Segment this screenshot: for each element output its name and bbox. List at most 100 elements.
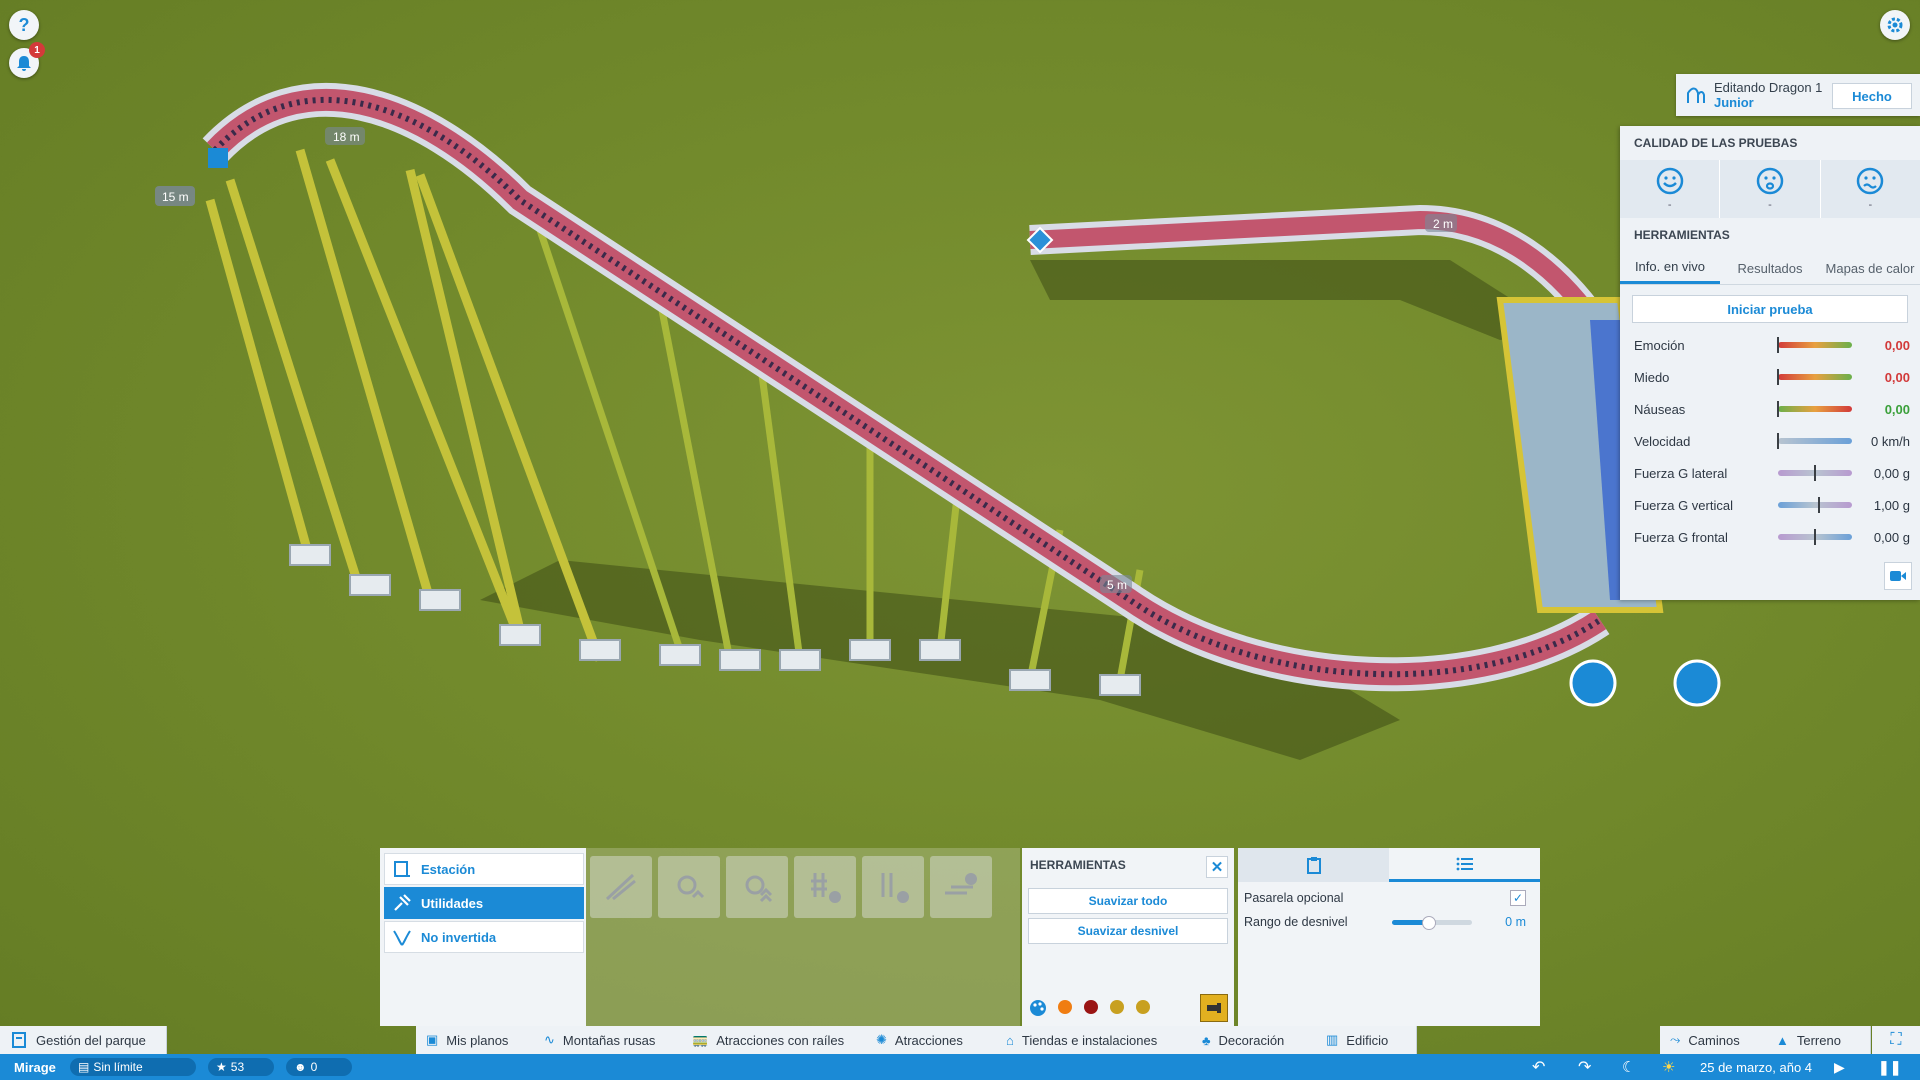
path-icon: ⤳ bbox=[1670, 1032, 1681, 1047]
notification-badge: 1 bbox=[29, 42, 45, 58]
camera-button[interactable] bbox=[1884, 562, 1912, 590]
tab-shops[interactable]: ⌂ Tiendas e instalaciones bbox=[996, 1026, 1193, 1054]
color-swatch-3[interactable] bbox=[1110, 1000, 1124, 1014]
park-name: Mirage bbox=[14, 1059, 56, 1075]
rating-pill[interactable]: ★ 53 bbox=[208, 1058, 274, 1076]
notifications-button[interactable]: 1 bbox=[9, 42, 45, 78]
tab-label: Montañas rusas bbox=[562, 1032, 656, 1048]
tab-paths[interactable]: ⤳ Caminos bbox=[1660, 1026, 1767, 1054]
stat-value: 0,00 g bbox=[1873, 529, 1910, 545]
coaster-icon bbox=[1686, 85, 1706, 105]
stat-label: Miedo bbox=[1634, 369, 1670, 385]
stat-label: Fuerza G lateral bbox=[1634, 465, 1728, 481]
stat-row-fear: Miedo 0,00 bbox=[1620, 361, 1920, 393]
color-swatch-2[interactable] bbox=[1084, 1000, 1098, 1014]
happy-face-icon bbox=[1656, 167, 1683, 195]
category-label: Utilidades bbox=[421, 895, 484, 911]
vertical-g-bar bbox=[1778, 502, 1852, 508]
guests-pill[interactable]: ☻ 0 bbox=[286, 1058, 352, 1076]
smooth-all-button[interactable]: Suavizar todo bbox=[1028, 888, 1228, 914]
walkway-checkbox[interactable]: ✓ bbox=[1510, 890, 1526, 906]
redo-icon[interactable]: ↷ bbox=[1578, 1057, 1591, 1077]
block-brake-icon bbox=[881, 873, 909, 903]
money-value: Sin límite bbox=[93, 1060, 143, 1074]
face-scared-value: - bbox=[1768, 199, 1772, 211]
stat-row-excitement: Emoción 0,00 bbox=[1620, 329, 1920, 361]
help-button[interactable]: ? bbox=[9, 10, 39, 40]
done-button[interactable]: Hecho bbox=[1832, 83, 1912, 109]
guests-icon: ☻ bbox=[294, 1060, 307, 1074]
tab-roller-coasters[interactable]: ∿ Montañas rusas bbox=[534, 1026, 683, 1054]
tab-rides[interactable]: ✺ Atracciones bbox=[866, 1026, 997, 1054]
category-label: No invertida bbox=[421, 929, 497, 945]
launch-tool[interactable] bbox=[726, 856, 788, 918]
tab-my-blueprints[interactable]: ▣ Mis planos bbox=[416, 1026, 535, 1054]
editing-title: Editando Dragon 1 bbox=[1714, 80, 1823, 95]
tab-building[interactable]: ▥ Edificio bbox=[1316, 1026, 1417, 1054]
category-non-inverted[interactable]: No invertida bbox=[384, 921, 584, 953]
park-management-button[interactable]: Gestión del parque bbox=[0, 1026, 167, 1054]
build-menu-bar: Gestión del parque ▣ Mis planos ∿ Montañas… bbox=[0, 1026, 1920, 1054]
stat-label: Fuerza G vertical bbox=[1634, 497, 1733, 513]
speed-marker bbox=[1777, 433, 1779, 449]
tab-track-rides[interactable]: 🚃 Atracciones con raíles bbox=[682, 1026, 867, 1054]
slope-range-value: 0 m bbox=[1505, 915, 1526, 929]
sun-icon: ☀ bbox=[1662, 1059, 1676, 1076]
building-icon: ▥ bbox=[1326, 1032, 1339, 1047]
transfer-tool[interactable] bbox=[930, 856, 992, 918]
stat-row-frontal-g: Fuerza G frontal 0,00 g bbox=[1620, 521, 1920, 553]
ferris-wheel-icon: ✺ bbox=[876, 1032, 887, 1047]
tab-label: Atracciones con raíles bbox=[716, 1032, 845, 1048]
color-swatch-4[interactable] bbox=[1136, 1000, 1150, 1014]
tab-live-info[interactable]: Info. en vivo bbox=[1620, 252, 1720, 284]
tab-label: Decoración bbox=[1218, 1032, 1285, 1048]
undo-icon[interactable]: ↶ bbox=[1532, 1057, 1545, 1077]
tab-terrain[interactable]: ▲ Terreno bbox=[1766, 1026, 1871, 1054]
stat-label: Velocidad bbox=[1634, 433, 1691, 449]
settings-button[interactable] bbox=[1880, 10, 1910, 40]
tab-label: Atracciones bbox=[894, 1032, 963, 1048]
palette-icon[interactable] bbox=[1028, 998, 1048, 1021]
non-inverted-icon bbox=[391, 927, 413, 947]
play-icon[interactable]: ▶ bbox=[1834, 1059, 1845, 1076]
color-swatch-1[interactable] bbox=[1058, 1000, 1072, 1014]
lift-hill-tool[interactable] bbox=[590, 856, 652, 918]
tab-decoration[interactable]: ♣ Decoración bbox=[1192, 1026, 1317, 1054]
tools-panel-title: HERRAMIENTAS bbox=[1030, 858, 1126, 872]
tab-list[interactable] bbox=[1389, 848, 1540, 882]
stat-row-vertical-g: Fuerza G vertical 1,00 g bbox=[1620, 489, 1920, 521]
gear-icon bbox=[1887, 17, 1903, 33]
slope-range-knob[interactable] bbox=[1422, 916, 1436, 930]
fullscreen-button[interactable]: ⛶ bbox=[1872, 1026, 1920, 1054]
tools-panel: HERRAMIENTAS ✕ Suavizar todo Suavizar de… bbox=[1022, 848, 1234, 1026]
walkway-label: Pasarela opcional bbox=[1244, 891, 1344, 905]
slope-range-slider[interactable] bbox=[1392, 916, 1472, 930]
speed-bar bbox=[1778, 438, 1852, 444]
track-builder: Estación Utilidades No invertida HERRAMI… bbox=[380, 848, 1540, 1026]
bulldozer-button[interactable] bbox=[1200, 994, 1228, 1022]
tab-heatmaps[interactable]: Mapas de calor bbox=[1820, 252, 1920, 284]
vertical-g-marker bbox=[1818, 497, 1820, 513]
camera-icon bbox=[1890, 571, 1906, 581]
day-night-icon[interactable]: ☾ bbox=[1622, 1058, 1635, 1076]
quality-faces: - - - bbox=[1620, 160, 1920, 218]
start-test-button[interactable]: Iniciar prueba bbox=[1632, 295, 1908, 323]
category-utilities[interactable]: Utilidades bbox=[384, 887, 584, 919]
smooth-slope-button[interactable]: Suavizar desnivel bbox=[1028, 918, 1228, 944]
booster-tool[interactable] bbox=[658, 856, 720, 918]
brake-icon bbox=[811, 873, 841, 903]
brake-tool[interactable] bbox=[794, 856, 856, 918]
close-icon[interactable]: ✕ bbox=[1206, 856, 1228, 878]
pause-icon[interactable]: ❚❚ bbox=[1878, 1059, 1901, 1076]
money-pill[interactable]: ▤ Sin límite bbox=[70, 1058, 196, 1076]
tab-label: Edificio bbox=[1346, 1032, 1389, 1048]
tab-clipboard[interactable] bbox=[1238, 848, 1389, 882]
block-brake-tool[interactable] bbox=[862, 856, 924, 918]
stat-value: 1,00 g bbox=[1873, 497, 1910, 513]
nausea-marker bbox=[1777, 401, 1779, 417]
tab-results[interactable]: Resultados bbox=[1720, 252, 1820, 284]
train-icon: 🚃 bbox=[692, 1032, 709, 1047]
expand-icon: ⛶ bbox=[1890, 1031, 1902, 1048]
category-station[interactable]: Estación bbox=[384, 853, 584, 885]
rating-value: 53 bbox=[230, 1060, 245, 1074]
